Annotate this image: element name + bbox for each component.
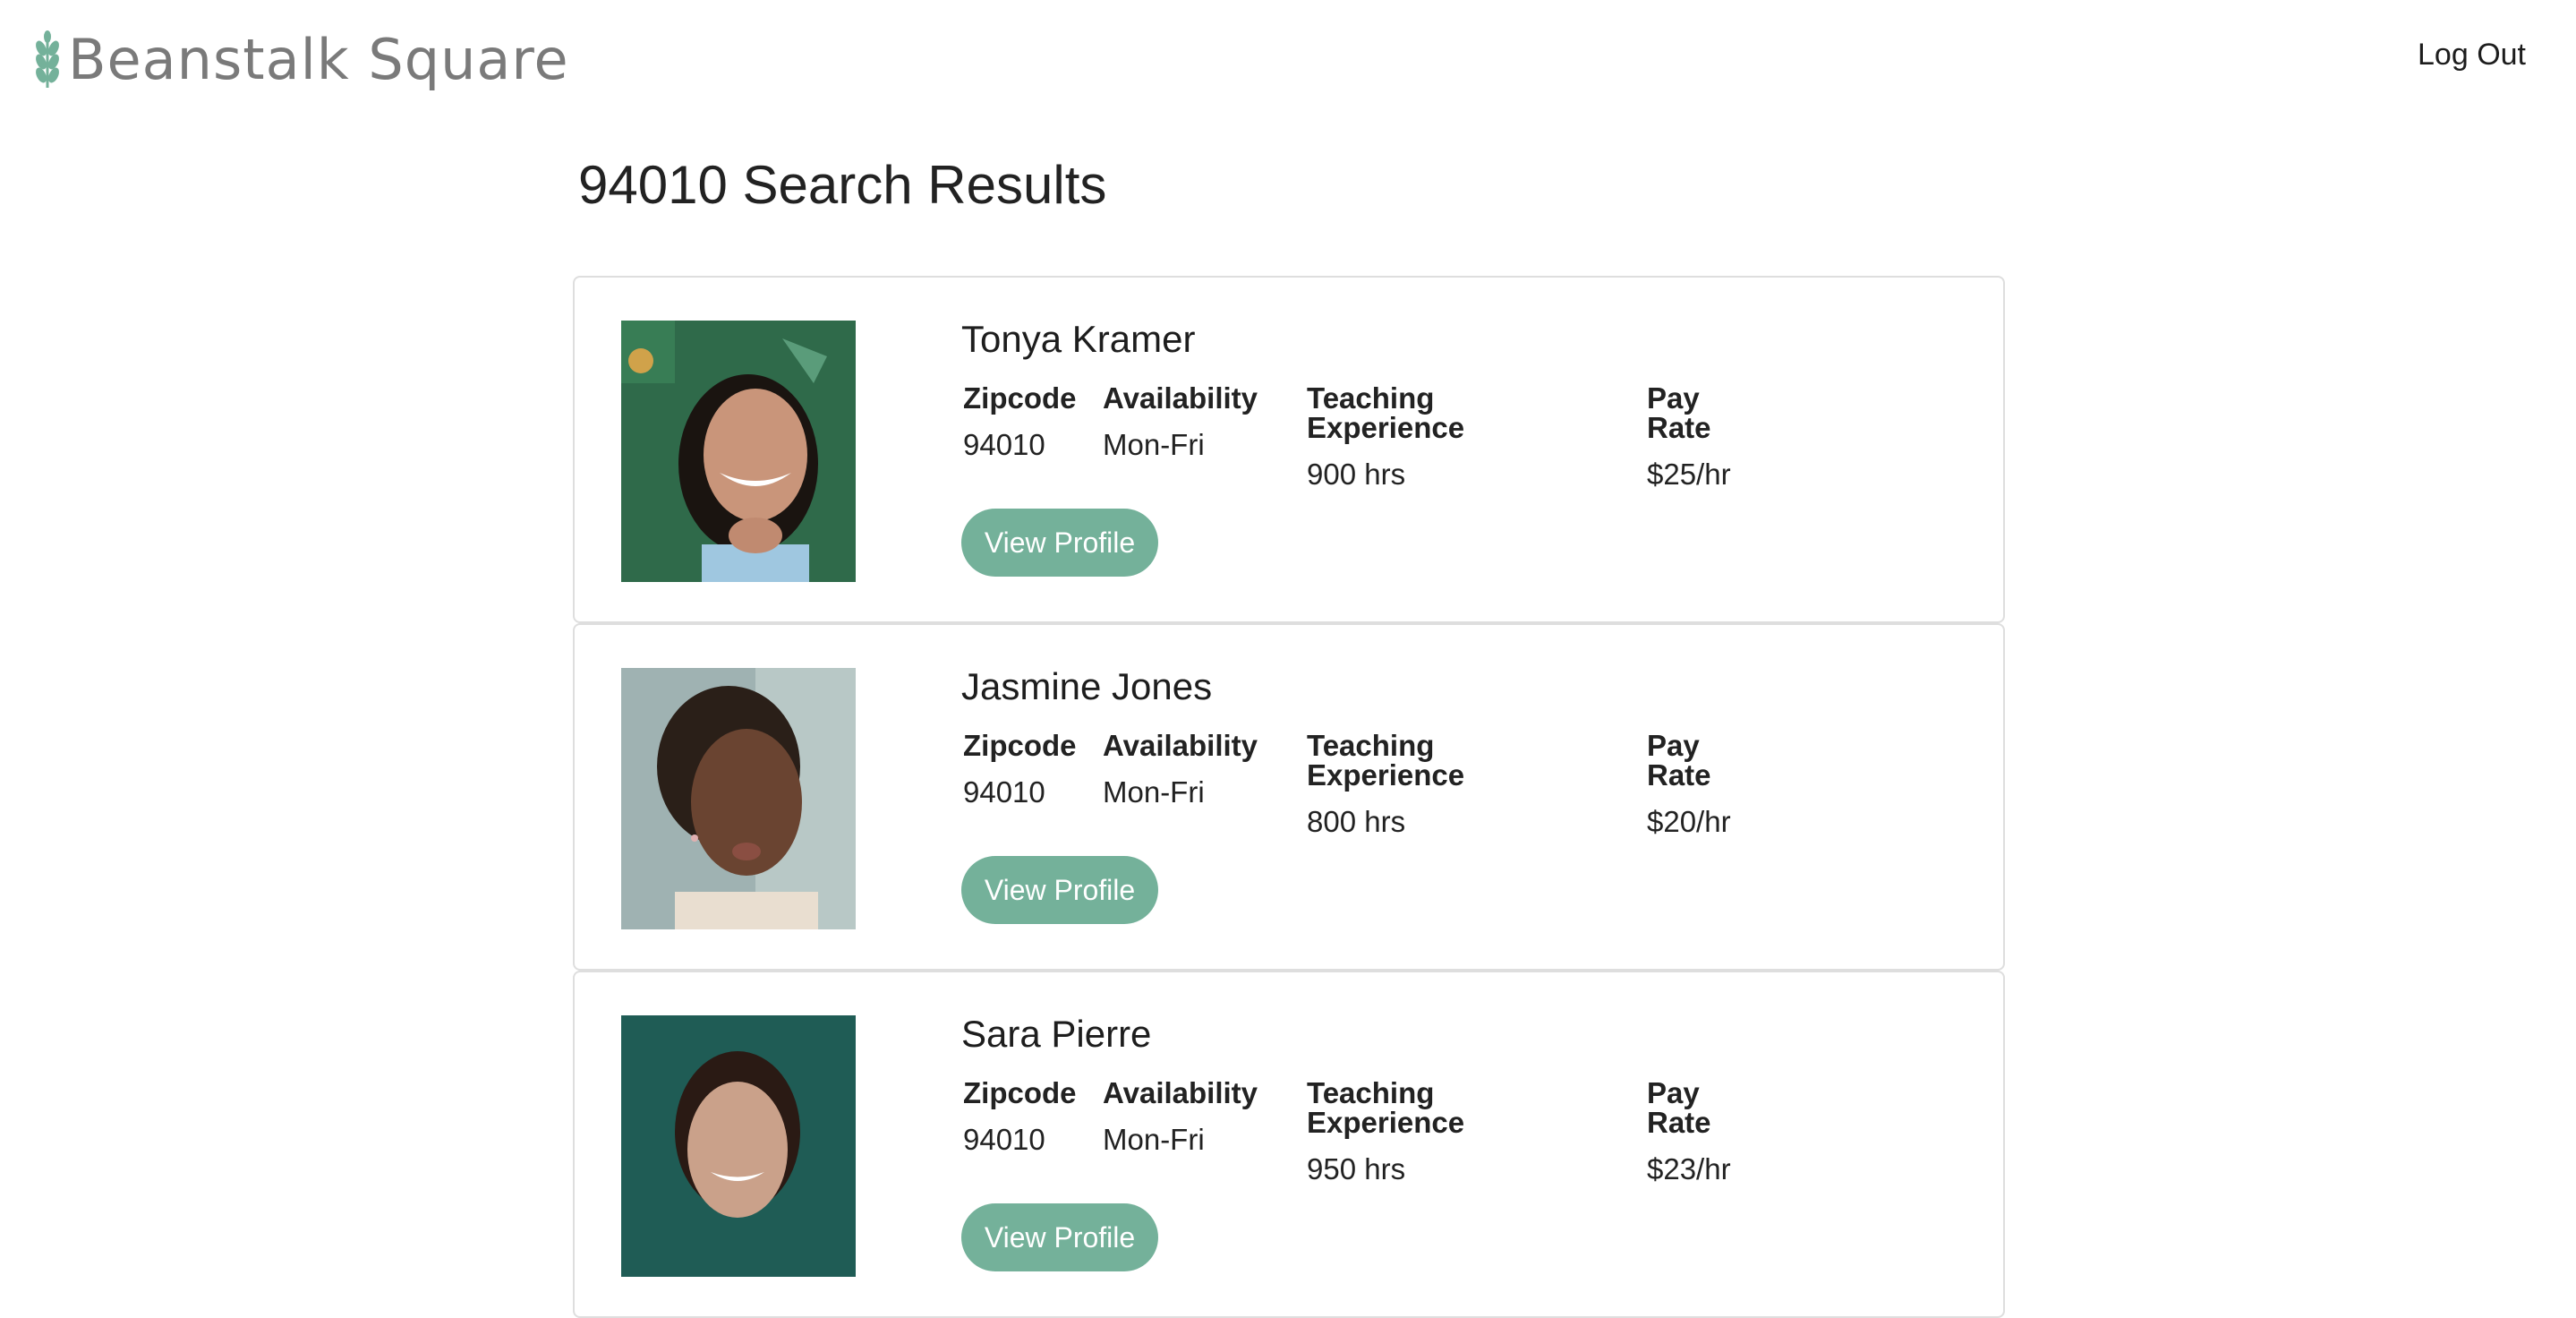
experience-value: 900 hrs [1307, 458, 1406, 492]
result-card: Tonya Kramer Zipcode 94010 Availability … [573, 276, 2005, 623]
experience-field: Teaching Experience 800 hrs [1307, 731, 1464, 836]
experience-label: Teaching Experience [1307, 381, 1465, 445]
result-name: Jasmine Jones [961, 665, 1213, 707]
search-results-list: Tonya Kramer Zipcode 94010 Availability … [573, 276, 2005, 1318]
zipcode-label: Zipcode [963, 381, 1077, 415]
result-card: Jasmine Jones Zipcode 94010 Availability… [573, 623, 2005, 971]
zipcode-value: 94010 [963, 775, 1045, 809]
wheat-sprout-icon [36, 30, 59, 88]
pay-rate-label: Pay Rate [1647, 1076, 1711, 1140]
view-profile-button[interactable]: View Profile [961, 1203, 1158, 1271]
profile-photo [621, 1015, 856, 1277]
zipcode-value: 94010 [963, 1123, 1045, 1157]
result-info: Tonya Kramer Zipcode 94010 Availability … [961, 318, 1731, 489]
profile-photo [621, 668, 856, 929]
teacher-photo-image [621, 668, 856, 929]
availability-label: Availability [1103, 381, 1258, 415]
pay-rate-label: Pay Rate [1647, 381, 1711, 445]
result-name: Sara Pierre [961, 1013, 1152, 1055]
availability-field: Availability Mon-Fri [1103, 383, 1258, 459]
result-name: Tonya Kramer [961, 318, 1196, 360]
page-title: 94010 Search Results [578, 155, 1107, 215]
availability-value: Mon-Fri [1103, 775, 1205, 809]
zipcode-label: Zipcode [963, 1076, 1077, 1110]
pay-rate-field: Pay Rate $23/hr [1647, 1078, 1731, 1184]
result-fields: Zipcode 94010 Availability Mon-Fri Teach… [961, 1078, 1731, 1184]
availability-label: Availability [1103, 1076, 1258, 1110]
availability-field: Availability Mon-Fri [1103, 731, 1258, 807]
pay-rate-value: $23/hr [1647, 1152, 1731, 1186]
teacher-photo-image [621, 321, 856, 582]
teacher-photo-image [621, 1015, 856, 1277]
experience-value: 950 hrs [1307, 1152, 1406, 1186]
result-card: Sara Pierre Zipcode 94010 Availability M… [573, 971, 2005, 1318]
brand-name: Beanstalk Square [68, 27, 569, 92]
brand-logo[interactable]: Beanstalk Square [32, 25, 569, 95]
pay-rate-value: $20/hr [1647, 805, 1731, 839]
zipcode-field: Zipcode 94010 [963, 1078, 1077, 1154]
result-info: Sara Pierre Zipcode 94010 Availability M… [961, 1013, 1731, 1184]
view-profile-button[interactable]: View Profile [961, 856, 1158, 924]
experience-field: Teaching Experience 900 hrs [1307, 383, 1464, 489]
zipcode-field: Zipcode 94010 [963, 383, 1077, 459]
availability-label: Availability [1103, 729, 1258, 763]
availability-value: Mon-Fri [1103, 1123, 1205, 1157]
result-fields: Zipcode 94010 Availability Mon-Fri Teach… [961, 383, 1731, 489]
result-info: Jasmine Jones Zipcode 94010 Availability… [961, 665, 1731, 836]
availability-value: Mon-Fri [1103, 428, 1205, 462]
experience-label: Teaching Experience [1307, 729, 1465, 792]
zipcode-field: Zipcode 94010 [963, 731, 1077, 807]
view-profile-button[interactable]: View Profile [961, 509, 1158, 577]
top-navbar: Beanstalk Square Log Out [0, 0, 2576, 116]
pay-rate-field: Pay Rate $20/hr [1647, 731, 1731, 836]
pay-rate-value: $25/hr [1647, 458, 1731, 492]
pay-rate-field: Pay Rate $25/hr [1647, 383, 1731, 489]
profile-photo [621, 321, 856, 582]
logout-link[interactable]: Log Out [2418, 38, 2526, 73]
result-fields: Zipcode 94010 Availability Mon-Fri Teach… [961, 731, 1731, 836]
experience-field: Teaching Experience 950 hrs [1307, 1078, 1464, 1184]
pay-rate-label: Pay Rate [1647, 729, 1711, 792]
experience-value: 800 hrs [1307, 805, 1406, 839]
zipcode-label: Zipcode [963, 729, 1077, 763]
experience-label: Teaching Experience [1307, 1076, 1465, 1140]
zipcode-value: 94010 [963, 428, 1045, 462]
availability-field: Availability Mon-Fri [1103, 1078, 1258, 1154]
